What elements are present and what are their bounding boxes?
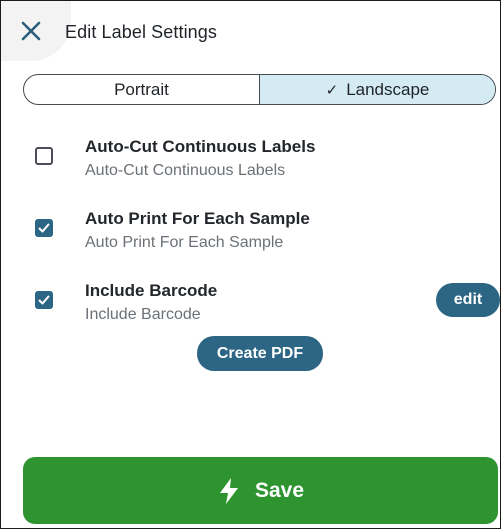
close-button[interactable] bbox=[19, 19, 45, 45]
orientation-toggle: Portrait ✓ Landscape bbox=[23, 74, 496, 105]
create-pdf-button[interactable]: Create PDF bbox=[197, 336, 323, 371]
auto-print-title: Auto Print For Each Sample bbox=[85, 209, 310, 228]
auto-cut-subtitle: Auto-Cut Continuous Labels bbox=[85, 162, 286, 179]
edit-label-settings-panel: Edit Label Settings Portrait ✓ Landscape… bbox=[0, 0, 501, 529]
portrait-option[interactable]: Portrait bbox=[24, 75, 259, 104]
save-label: Save bbox=[254, 478, 305, 502]
auto-cut-checkbox[interactable] bbox=[35, 147, 53, 165]
landscape-label: Landscape bbox=[346, 79, 430, 99]
panel-header: Edit Label Settings bbox=[1, 1, 500, 63]
edit-barcode-button[interactable]: edit bbox=[436, 283, 500, 317]
save-button[interactable]: Save bbox=[23, 457, 498, 524]
check-icon bbox=[38, 223, 50, 233]
page-title: Edit Label Settings bbox=[65, 22, 217, 42]
include-barcode-subtitle: Include Barcode bbox=[85, 306, 201, 323]
include-barcode-title: Include Barcode bbox=[85, 281, 218, 300]
close-icon bbox=[21, 21, 41, 41]
lightning-bolt-icon bbox=[217, 477, 241, 505]
portrait-label: Portrait bbox=[114, 79, 169, 99]
auto-cut-title: Auto-Cut Continuous Labels bbox=[85, 137, 316, 156]
auto-print-checkbox[interactable] bbox=[35, 219, 53, 237]
checkmark-icon: ✓ bbox=[325, 81, 339, 99]
landscape-option[interactable]: ✓ Landscape bbox=[259, 75, 495, 104]
check-icon bbox=[38, 295, 50, 305]
auto-print-subtitle: Auto Print For Each Sample bbox=[85, 234, 284, 251]
include-barcode-checkbox[interactable] bbox=[35, 291, 53, 309]
